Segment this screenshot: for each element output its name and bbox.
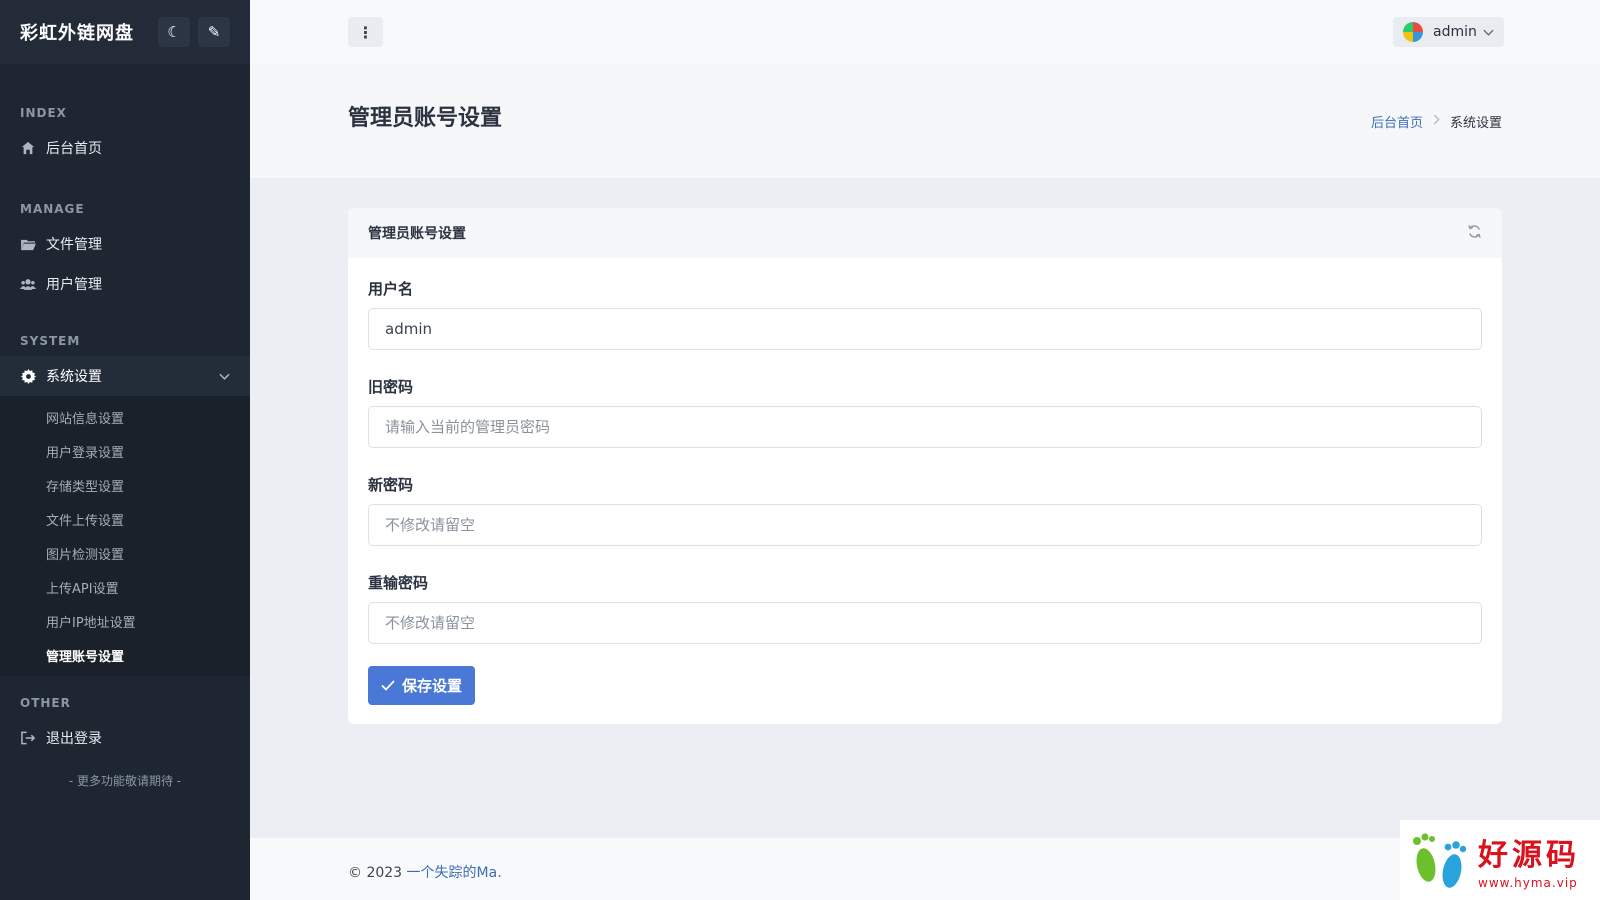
chevron-down-icon — [1483, 26, 1494, 39]
logout-icon — [20, 730, 36, 746]
username-input[interactable] — [368, 308, 1482, 350]
card-title: 管理员账号设置 — [368, 226, 466, 242]
user-name: admin — [1433, 24, 1477, 40]
check-icon — [381, 677, 395, 695]
sidebar-item-label: 用户管理 — [46, 277, 102, 293]
moon-icon: ☾ — [167, 23, 181, 41]
old-password-label: 旧密码 — [368, 378, 414, 396]
confirm-password-input[interactable] — [368, 602, 1482, 644]
submenu-item-user-login[interactable]: 用户登录设置 — [0, 434, 250, 468]
nav-heading-other: OTHER — [20, 696, 71, 710]
username-label: 用户名 — [368, 280, 414, 298]
brand-title[interactable]: 彩虹外链网盘 — [20, 19, 150, 45]
more-menu-button[interactable]: ⋮ — [348, 17, 383, 47]
gear-icon — [20, 368, 36, 384]
sidebar-item-users[interactable]: 用户管理 — [0, 264, 250, 304]
submenu-item-image-check[interactable]: 图片检测设置 — [0, 536, 250, 570]
admin-account-form: 用户名 旧密码 新密码 重输密码 保存设置 — [348, 258, 1502, 705]
submenu-item-storage-type[interactable]: 存储类型设置 — [0, 468, 250, 502]
system-submenu: 网站信息设置 用户登录设置 存储类型设置 文件上传设置 图片检测设置 上传API… — [0, 396, 250, 676]
new-password-input[interactable] — [368, 504, 1482, 546]
sidebar-item-label: 后台首页 — [46, 141, 102, 157]
save-button-label: 保存设置 — [402, 677, 463, 695]
footer-prefix: © 2023 — [348, 865, 407, 881]
more-features-note: - 更多功能敬请期待 - — [68, 774, 182, 788]
chevron-down-icon — [219, 368, 230, 384]
sidebar-item-logout[interactable]: 退出登录 — [0, 718, 250, 758]
admin-account-card: 管理员账号设置 用户名 旧密码 新密码 重输密码 保存设置 — [348, 208, 1502, 724]
watermark: 好源码 www.hyma.vip — [1400, 820, 1600, 900]
nav-heading-system: SYSTEM — [20, 334, 81, 348]
sidebar: 彩虹外链网盘 ☾ ✎ INDEX 后台首页 MANAGE 文件管理 用户管理 S… — [0, 0, 250, 900]
user-menu-button[interactable]: admin — [1393, 17, 1504, 47]
watermark-title: 好源码 — [1478, 838, 1580, 873]
breadcrumb-current: 系统设置 — [1449, 116, 1502, 131]
breadcrumb: 后台首页 系统设置 — [1371, 112, 1502, 131]
watermark-text: 好源码 www.hyma.vip — [1478, 830, 1580, 890]
submenu-item-site-info[interactable]: 网站信息设置 — [0, 400, 250, 434]
footer: © 2023 一个失踪的Ma. — [250, 838, 1600, 900]
page-header: 管理员账号设置 后台首页 系统设置 — [250, 64, 1600, 178]
sidebar-item-label: 退出登录 — [46, 731, 102, 747]
submenu-item-file-upload[interactable]: 文件上传设置 — [0, 502, 250, 536]
brush-icon: ✎ — [207, 23, 221, 41]
card-header: 管理员账号设置 — [348, 208, 1502, 258]
sidebar-item-label: 文件管理 — [46, 237, 102, 253]
users-icon — [20, 276, 36, 292]
refresh-icon[interactable] — [1467, 224, 1482, 243]
submenu-item-admin-account[interactable]: 管理账号设置 — [0, 638, 250, 672]
footprint-logo-icon — [1408, 825, 1472, 895]
brand-bar: 彩虹外链网盘 ☾ ✎ — [0, 0, 250, 64]
new-password-label: 新密码 — [368, 476, 414, 494]
watermark-url: www.hyma.vip — [1478, 876, 1578, 890]
topbar: ⋮ admin — [250, 0, 1600, 64]
old-password-input[interactable] — [368, 406, 1482, 448]
avatar — [1403, 22, 1423, 42]
page-title: 管理员账号设置 — [348, 106, 503, 131]
breadcrumb-home-link[interactable]: 后台首页 — [1371, 112, 1423, 131]
vertical-dots-icon: ⋮ — [357, 22, 374, 42]
nav-heading-index: INDEX — [20, 106, 67, 120]
nav-heading-manage: MANAGE — [20, 202, 85, 216]
chevron-right-icon — [1433, 114, 1440, 129]
submenu-item-upload-api[interactable]: 上传API设置 — [0, 570, 250, 604]
footer-author-link[interactable]: 一个失踪的Ma. — [407, 865, 502, 881]
home-icon — [20, 140, 36, 156]
theme-button[interactable]: ✎ — [198, 17, 230, 47]
footer-copyright: © 2023 一个失踪的Ma. — [348, 862, 502, 882]
confirm-password-label: 重输密码 — [368, 574, 429, 592]
save-button[interactable]: 保存设置 — [368, 666, 476, 705]
folder-icon — [20, 236, 36, 252]
sidebar-item-files[interactable]: 文件管理 — [0, 224, 250, 264]
sidebar-item-system[interactable]: 系统设置 — [0, 356, 250, 396]
dark-mode-button[interactable]: ☾ — [158, 17, 190, 47]
submenu-item-user-ip[interactable]: 用户IP地址设置 — [0, 604, 250, 638]
sidebar-item-home[interactable]: 后台首页 — [0, 128, 250, 168]
sidebar-item-label: 系统设置 — [46, 369, 102, 385]
